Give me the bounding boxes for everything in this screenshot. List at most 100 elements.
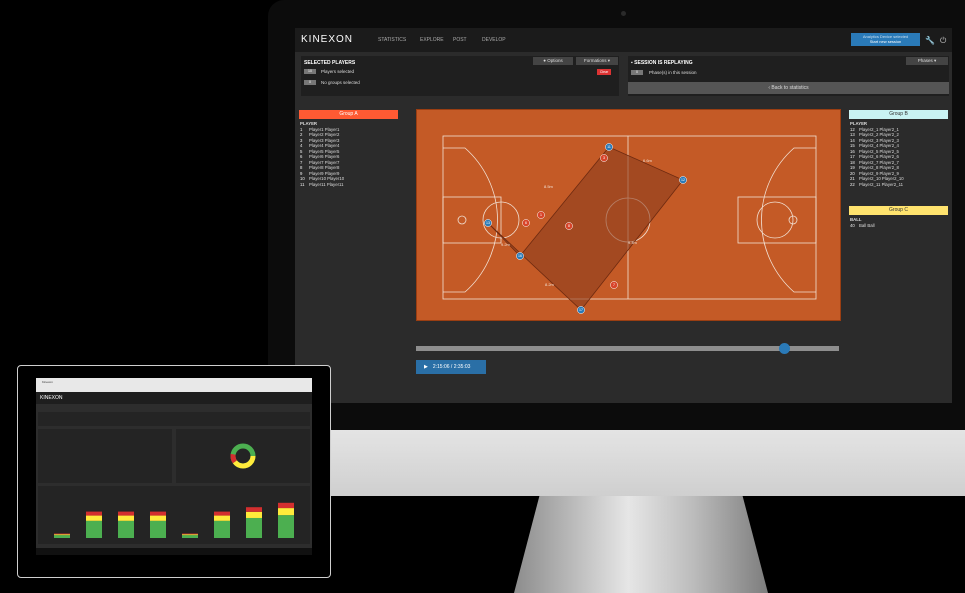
groups-count-chip: 0	[304, 80, 316, 85]
top-nav: KINEXON STATISTICS EXPLORE POST DEVELOP …	[295, 28, 952, 52]
laptop-bar-segment	[150, 515, 166, 521]
basketball-court[interactable]: 6.6m 8.5m 9.2m 8.2m 9.4m 3 1 8 7 6 11 12 13 16 17	[416, 109, 841, 321]
phases-label: Phases	[917, 58, 933, 63]
laptop-bar-segment	[246, 511, 262, 518]
group-c-list: BALL 40 Ball Ball	[850, 217, 875, 228]
options-button[interactable]: ● Options	[533, 57, 573, 65]
power-icon[interactable]: ⏻	[940, 36, 946, 46]
player-name: Player2_9 Player2_9	[859, 170, 899, 176]
laptop-bar-segment	[86, 511, 102, 516]
group-b-header[interactable]: Group B	[849, 110, 948, 119]
laptop-stats-table	[38, 429, 172, 483]
distance-label-4: 8.2m	[545, 282, 555, 287]
laptop-browser-bar: Kinexon	[36, 378, 312, 392]
red-player-marker[interactable]: 6	[522, 219, 530, 227]
laptop-bar-segment	[214, 511, 230, 516]
player-name: Player4 Player4	[309, 143, 340, 148]
clear-button[interactable]: Clear	[597, 69, 611, 75]
nav-develop[interactable]: DEVELOP	[482, 37, 506, 43]
right-key	[737, 196, 817, 244]
group-c-header[interactable]: Group C	[849, 206, 948, 215]
start-session-button[interactable]: Analytics Device selected Start new sess…	[851, 33, 920, 46]
player-name: Player2_10 Player2_10	[859, 176, 904, 181]
formations-label: Formations	[583, 58, 607, 63]
group-a-header[interactable]: Group A	[299, 110, 398, 119]
group-a-list: PLAYER 1 Player1 Player1 2 Player2 Player2 3…	[300, 121, 344, 187]
player-name: Player2_5 Player2_5	[859, 148, 899, 154]
laptop-bar-segment	[246, 517, 262, 538]
no-groups-text: No groups selected	[321, 80, 360, 85]
player-name: Player2_2 Player2_2	[859, 132, 899, 137]
laptop-bar-chart	[54, 502, 294, 538]
player-number: 40	[850, 222, 855, 228]
red-player-marker[interactable]: 3	[600, 154, 608, 162]
player-name: Player2_7 Player2_7	[859, 159, 899, 165]
group-a-players: 1 Player1 Player1 2 Player2 Player2 3 Player3…	[300, 127, 344, 188]
player-name: Player11 Player11	[309, 181, 344, 187]
player-name: Player2_11 Player2_11	[859, 181, 904, 187]
blue-player-marker[interactable]: 12	[679, 176, 687, 184]
distance-label-3: 9.2m	[501, 242, 511, 247]
red-player-marker[interactable]: 7	[610, 281, 618, 289]
nav-statistics[interactable]: STATISTICS	[378, 37, 406, 43]
laptop-device: Kinexon KINEXON	[17, 365, 331, 578]
player-row[interactable]: 22 Player2_11 Player2_11	[850, 182, 904, 188]
blue-player-marker[interactable]: 11	[605, 143, 613, 151]
group-c-items: 40 Ball Ball	[850, 223, 875, 229]
laptop-session-strip	[38, 412, 310, 426]
player-row[interactable]: 40 Ball Ball	[850, 223, 875, 229]
back-to-statistics-button[interactable]: ‹ Back to statistics	[628, 82, 949, 94]
blue-player-marker[interactable]: 16	[516, 252, 524, 260]
blue-player-marker[interactable]: 17	[577, 306, 585, 314]
timeline-handle[interactable]	[779, 343, 790, 354]
distance-label-1: 6.6m	[643, 158, 653, 163]
group-b-list: PLAYER 12 Player2_1 Player2_1 13 Player2_2 …	[850, 121, 904, 187]
player-name: Player9 Player9	[309, 170, 340, 176]
blue-player-marker[interactable]: 13	[484, 219, 492, 227]
group-b-players: 12 Player2_1 Player2_1 13 Player2_2 Player2…	[850, 127, 904, 188]
laptop-bar-segment	[150, 511, 166, 516]
laptop-bar-segment	[246, 507, 262, 512]
players-selected-text: Players selected	[321, 69, 355, 74]
laptop-donut-svg	[230, 443, 256, 469]
play-button[interactable]: ▶ 2:15:06 / 2:35:03	[416, 360, 486, 374]
laptop-bar-segment	[86, 520, 102, 538]
formations-dropdown[interactable]: Formations ▾	[576, 57, 618, 65]
nav-post[interactable]: POST	[453, 37, 467, 43]
timeline-bar[interactable]	[416, 346, 839, 351]
laptop-bar-segment	[214, 520, 230, 538]
laptop-bar-segment	[214, 515, 230, 521]
nav-explore[interactable]: EXPLORE	[420, 37, 444, 43]
player-marker-label: 6	[525, 221, 527, 225]
laptop-bar-segment	[54, 535, 70, 538]
camera-dot	[621, 11, 626, 16]
options-label: Options	[547, 58, 563, 63]
player-name: Player8 Player8	[309, 165, 340, 170]
player-name: Player2_1 Player2_1	[859, 126, 899, 132]
player-name: Player2 Player2	[309, 132, 340, 137]
laptop-bar-segment	[182, 535, 198, 538]
session-title-text: SESSION IS REPLAYING	[634, 60, 693, 66]
session-device-label: Analytics Device selected	[862, 34, 909, 39]
selected-players-title: SELECTED PLAYERS	[304, 60, 356, 66]
laptop-taskbar	[36, 548, 312, 555]
player-name: Ball Ball	[859, 222, 875, 228]
wrench-icon[interactable]: 🔧	[925, 36, 935, 45]
player-row[interactable]: 11 Player11 Player11	[300, 182, 344, 188]
player-marker-label: 11	[607, 145, 611, 149]
court-svg: 6.6m 8.5m 9.2m 8.2m 9.4m 3 1 8 7 6 11 12 13 16 17	[442, 135, 817, 314]
phase-count-chip: 0	[631, 70, 643, 75]
laptop-browser-tab: Kinexon	[42, 380, 53, 384]
laptop-bar-segment	[278, 508, 294, 516]
player-name: Player6 Player6	[309, 154, 340, 159]
phases-dropdown[interactable]: Phases ▾	[906, 57, 948, 65]
player-name: Player2_3 Player2_3	[859, 137, 899, 143]
laptop-donut-panel	[176, 429, 310, 483]
player-name: Player5 Player5	[309, 148, 340, 154]
red-player-marker[interactable]: 8	[565, 222, 573, 230]
player-marker-label: 17	[579, 308, 583, 312]
session-title: ▪ SESSION IS REPLAYING	[631, 60, 693, 66]
red-player-marker[interactable]: 1	[537, 211, 545, 219]
player-name: Player3 Player3	[309, 137, 340, 143]
laptop-bar-segment	[54, 533, 70, 535]
